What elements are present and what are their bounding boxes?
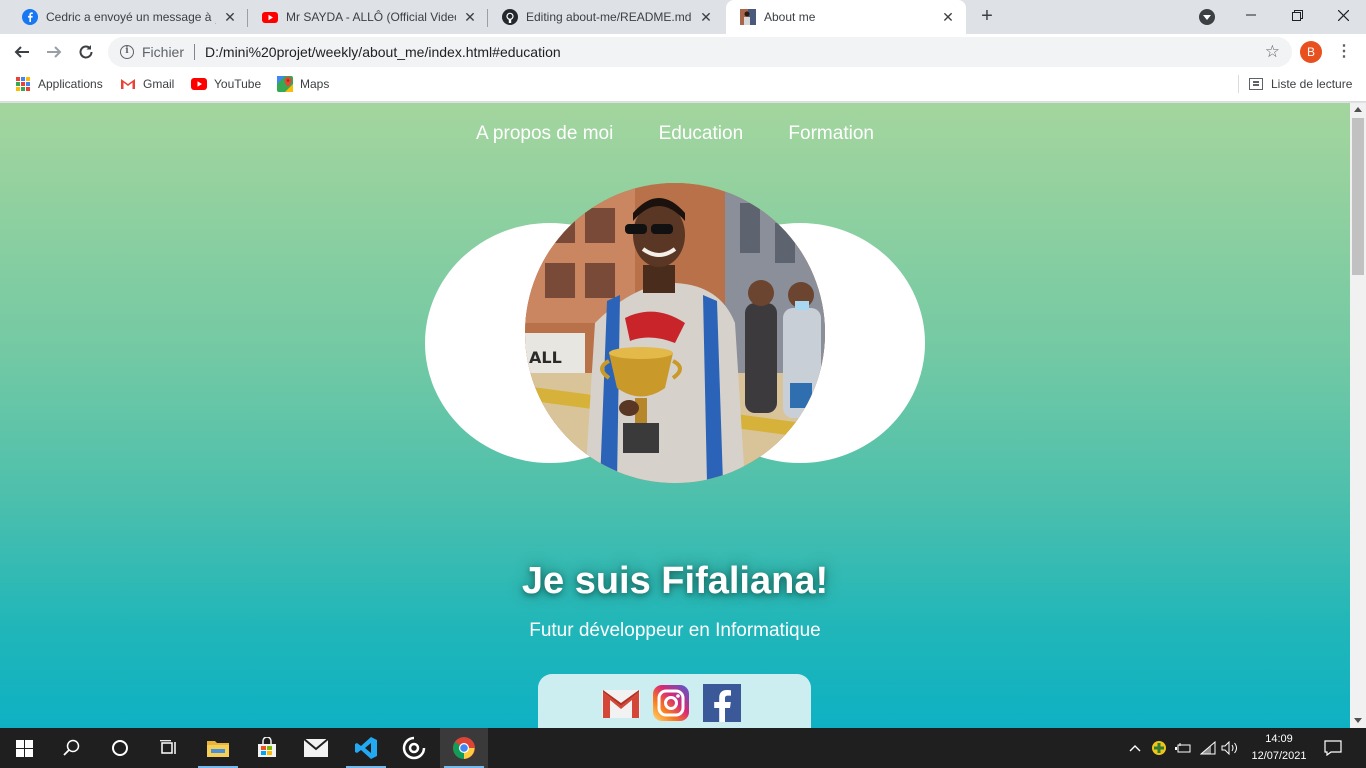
notifications-icon[interactable] <box>1318 728 1348 768</box>
windows-start-icon[interactable] <box>0 728 48 768</box>
chrome-icon[interactable] <box>440 728 488 768</box>
bookmark-applications[interactable]: Applications <box>15 70 103 98</box>
microsoft-store-icon[interactable] <box>243 728 291 768</box>
instagram-icon[interactable] <box>652 684 690 722</box>
bookmarks-divider <box>1238 75 1239 93</box>
address-bar[interactable]: i Fichier D:/mini%20projet/weekly/about_… <box>108 37 1292 67</box>
cortana-icon[interactable] <box>96 728 144 768</box>
show-hidden-icons-icon[interactable] <box>1126 728 1144 768</box>
bookmarks-bar: Applications Gmail YouTube Maps Liste de… <box>0 70 1366 102</box>
tab-facebook[interactable]: Cedric a envoyé un message à 💻 ✕ <box>8 0 248 34</box>
facebook-icon[interactable] <box>703 684 741 722</box>
tab-search-icon[interactable] <box>1199 9 1215 25</box>
close-tab-icon[interactable]: ✕ <box>940 9 956 25</box>
page-subtitle: Futur développeur en Informatique <box>529 620 821 641</box>
bookmark-label: Maps <box>300 77 330 91</box>
scroll-up-icon[interactable] <box>1354 107 1362 112</box>
site-info-icon[interactable]: i <box>120 45 134 59</box>
search-icon[interactable] <box>48 728 96 768</box>
svg-text:ALL: ALL <box>529 348 562 367</box>
browser-toolbar: i Fichier D:/mini%20projet/weekly/about_… <box>0 34 1366 70</box>
bookmark-label: Gmail <box>143 77 175 91</box>
clock-date: 12/07/2021 <box>1251 750 1307 762</box>
address-scheme: Fichier <box>142 44 185 60</box>
bookmark-label: YouTube <box>214 77 262 91</box>
tab-github[interactable]: Editing about-me/README.md a ✕ <box>488 0 724 34</box>
forward-icon[interactable] <box>40 38 68 66</box>
apps-grid-icon <box>15 76 31 92</box>
youtube-icon <box>262 9 278 25</box>
profile-photo: ALL <box>525 183 825 483</box>
address-divider <box>194 44 196 60</box>
facebook-icon <box>22 9 38 25</box>
scroll-thumb[interactable] <box>1352 118 1364 275</box>
tab-title: Editing about-me/README.md a <box>526 10 692 24</box>
gmail-icon <box>120 76 136 92</box>
windows-taskbar: 14:09 12/07/2021 <box>0 728 1366 768</box>
task-view-icon[interactable] <box>144 728 192 768</box>
tab-about-me[interactable]: About me ✕ <box>726 0 966 34</box>
tab-title: Cedric a envoyé un message à 💻 <box>46 10 216 24</box>
chrome-menu-icon[interactable]: ⋮ <box>1336 42 1352 62</box>
system-clock[interactable]: 14:09 12/07/2021 <box>1250 731 1308 765</box>
reload-icon[interactable] <box>72 38 100 66</box>
file-explorer-icon[interactable] <box>194 728 242 768</box>
mail-icon[interactable] <box>292 728 340 768</box>
media-player-icon[interactable] <box>390 728 438 768</box>
back-icon[interactable] <box>8 38 36 66</box>
github-icon <box>502 9 518 25</box>
page-scrollbar[interactable] <box>1350 103 1366 728</box>
gmail-icon[interactable] <box>601 684 640 722</box>
tab-youtube[interactable]: Mr SAYDA - ALLÔ (Official Video ✕ <box>248 0 488 34</box>
close-tab-icon[interactable]: ✕ <box>462 9 478 25</box>
page-title: Je suis Fifaliana! <box>521 560 829 602</box>
reading-list-button[interactable]: Liste de lecture <box>1238 70 1352 98</box>
scroll-down-icon[interactable] <box>1354 718 1362 723</box>
youtube-icon <box>191 76 207 92</box>
bookmark-star-icon[interactable]: ☆ <box>1265 42 1280 62</box>
vscode-icon[interactable] <box>342 728 390 768</box>
social-links <box>538 674 811 728</box>
security-tray-icon[interactable] <box>1150 728 1168 768</box>
volume-icon[interactable] <box>1220 728 1240 768</box>
address-url[interactable]: D:/mini%20projet/weekly/about_me/index.h… <box>205 44 561 60</box>
nav-link-formation[interactable]: Formation <box>788 123 874 145</box>
tab-title: About me <box>764 10 816 24</box>
new-tab-button[interactable]: + <box>976 6 998 28</box>
clock-time: 14:09 <box>1265 733 1293 745</box>
nav-link-about[interactable]: A propos de moi <box>476 123 613 145</box>
profile-avatar[interactable]: B <box>1300 41 1322 63</box>
minimize-icon[interactable] <box>1228 0 1274 30</box>
maps-icon <box>277 76 293 92</box>
close-tab-icon[interactable]: ✕ <box>222 9 238 25</box>
photo-favicon <box>740 9 756 25</box>
bookmark-gmail[interactable]: Gmail <box>120 70 174 98</box>
restore-icon[interactable] <box>1274 0 1320 30</box>
close-tab-icon[interactable]: ✕ <box>698 9 714 25</box>
tab-strip: Cedric a envoyé un message à 💻 ✕ Mr SAYD… <box>0 0 1366 34</box>
page-viewport: A propos de moi Education Formation ALL <box>0 103 1350 728</box>
reading-list-label: Liste de lecture <box>1271 77 1353 91</box>
close-window-icon[interactable] <box>1320 0 1366 30</box>
nav-link-education[interactable]: Education <box>659 123 744 145</box>
tab-title: Mr SAYDA - ALLÔ (Official Video <box>286 10 456 24</box>
bookmark-label: Applications <box>38 77 103 91</box>
wifi-icon[interactable] <box>1198 728 1218 768</box>
bookmark-maps[interactable]: Maps <box>277 70 329 98</box>
battery-icon[interactable] <box>1174 728 1192 768</box>
bookmark-youtube[interactable]: YouTube <box>191 70 261 98</box>
reading-list-icon <box>1249 78 1263 90</box>
page-nav: A propos de moi Education Formation <box>0 123 1350 145</box>
